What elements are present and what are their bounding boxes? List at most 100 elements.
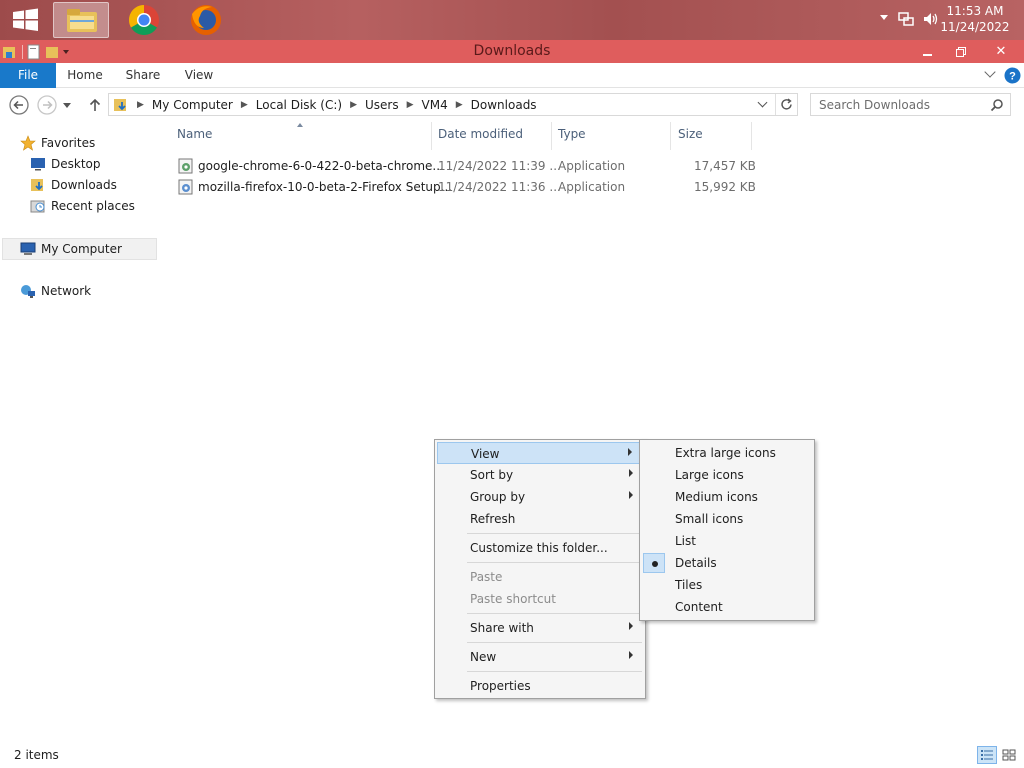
view-option-label: Extra large icons [675,446,776,460]
details-view-button[interactable] [977,746,997,764]
view-option-label: Tiles [675,578,703,592]
menu-separator [467,533,642,534]
search-input[interactable]: Search Downloads [810,93,1011,116]
view-option-small-icons[interactable]: Small icons [642,508,812,530]
menu-item-share-with-label: Share with [470,621,534,635]
back-button[interactable] [8,94,30,116]
network-icon[interactable] [898,11,914,27]
column-divider[interactable] [670,122,671,150]
tab-file[interactable]: File [0,63,56,88]
column-divider[interactable] [551,122,552,150]
menu-item-share-with[interactable]: Share with [437,617,643,639]
recent-locations-button[interactable] [60,94,74,116]
up-button[interactable] [84,94,106,116]
view-option-label: Small icons [675,512,744,526]
ribbon-expand-icon[interactable] [984,66,996,78]
submenu-arrow-icon [629,469,633,477]
menu-item-properties[interactable]: Properties [437,675,643,697]
taskbar-file-explorer[interactable] [53,2,109,38]
view-option-label: Large icons [675,468,744,482]
search-icon[interactable] [990,98,1004,112]
column-name[interactable]: Name [177,127,212,147]
downloads-folder-icon [114,98,126,111]
nav-desktop[interactable]: Desktop [30,154,101,174]
menu-item-customize-folder[interactable]: Customize this folder... [437,537,643,559]
tray-overflow-icon[interactable] [880,15,888,20]
nav-my-computer[interactable]: My Computer [20,239,122,259]
column-divider[interactable] [431,122,432,150]
taskbar: 11:53 AM 11/24/2022 [0,0,1024,40]
crumb-separator-icon[interactable]: ▶ [407,100,414,110]
crumb-separator-icon[interactable]: ▶ [241,100,248,110]
nav-desktop-label: Desktop [51,157,101,171]
column-divider[interactable] [751,122,752,150]
menu-item-view[interactable]: View [437,442,643,464]
menu-item-sort-by[interactable]: Sort by [437,464,643,486]
clock-time: 11:53 AM [946,4,1004,18]
crumb-vm4[interactable]: VM4 [422,98,448,112]
menu-item-refresh[interactable]: Refresh [437,508,643,530]
chrome-icon [128,4,159,36]
view-option-details[interactable]: Details [642,552,812,574]
view-option-large-icons[interactable]: Large icons [642,464,812,486]
window-controls: ✕ [910,40,1024,63]
large-icons-view-button[interactable] [999,746,1019,764]
restore-button[interactable] [944,40,978,63]
breadcrumb: ▶ My Computer ▶ Local Disk (C:) ▶ Users … [113,94,537,115]
table-row[interactable]: google-chrome-6-0-422-0-beta-chrome... 1… [176,156,756,176]
firefox-icon [191,5,221,35]
tab-home[interactable]: Home [60,63,110,88]
clock[interactable]: 11:53 AM 11/24/2022 [940,3,1010,35]
crumb-separator-icon[interactable]: ▶ [137,100,144,110]
radio-dot-icon [652,561,658,567]
refresh-icon[interactable] [779,97,794,112]
application-file-icon [178,158,193,174]
help-icon[interactable]: ? [1004,67,1021,84]
view-option-label: Content [675,600,723,614]
item-count: 2 items [14,748,59,762]
tab-share[interactable]: Share [118,63,168,88]
column-date-modified[interactable]: Date modified [438,127,523,147]
crumb-separator-icon[interactable]: ▶ [350,100,357,110]
nav-favorites[interactable]: Favorites [20,133,95,153]
taskbar-chrome[interactable] [116,2,172,38]
forward-arrow-icon [37,95,57,115]
crumb-downloads[interactable]: Downloads [471,98,537,112]
view-option-extra-large-icons[interactable]: Extra large icons [642,442,812,464]
large-icons-view-icon [1002,749,1016,761]
menu-item-paste-shortcut-label: Paste shortcut [470,592,556,606]
menu-item-new[interactable]: New [437,646,643,668]
ribbon: File Home Share View ? [0,63,1024,88]
taskbar-firefox[interactable] [178,2,234,38]
nav-recent-places[interactable]: Recent places [30,196,135,216]
close-button[interactable]: ✕ [978,40,1024,63]
view-option-content[interactable]: Content [642,596,812,618]
crumb-local-disk[interactable]: Local Disk (C:) [256,98,342,112]
start-button[interactable] [4,4,46,36]
svg-text:?: ? [1009,71,1016,83]
computer-icon [20,241,36,257]
file-date: 11/24/2022 11:36 ... [438,180,561,194]
table-row[interactable]: mozilla-firefox-10-0-beta-2-Firefox Setu… [176,177,756,197]
crumb-my-computer[interactable]: My Computer [152,98,233,112]
nav-downloads[interactable]: Downloads [30,175,117,195]
minimize-button[interactable] [910,40,944,63]
context-menu: View Sort by Group by Refresh Customize … [434,439,646,699]
column-type[interactable]: Type [558,127,586,147]
column-size[interactable]: Size [678,127,703,147]
volume-icon[interactable] [922,11,938,27]
crumb-separator-icon[interactable]: ▶ [456,100,463,110]
address-bar[interactable]: ▶ My Computer ▶ Local Disk (C:) ▶ Users … [108,93,798,116]
crumb-users[interactable]: Users [365,98,399,112]
forward-button[interactable] [36,94,58,116]
file-size: 17,457 KB [694,159,756,173]
tab-view[interactable]: View [174,63,224,88]
view-option-medium-icons[interactable]: Medium icons [642,486,812,508]
view-option-tiles[interactable]: Tiles [642,574,812,596]
menu-item-refresh-label: Refresh [470,512,516,526]
menu-item-group-by[interactable]: Group by [437,486,643,508]
address-dropdown-icon[interactable] [757,97,768,108]
view-option-list[interactable]: List [642,530,812,552]
menu-separator [467,613,642,614]
nav-network[interactable]: Network [20,281,91,301]
